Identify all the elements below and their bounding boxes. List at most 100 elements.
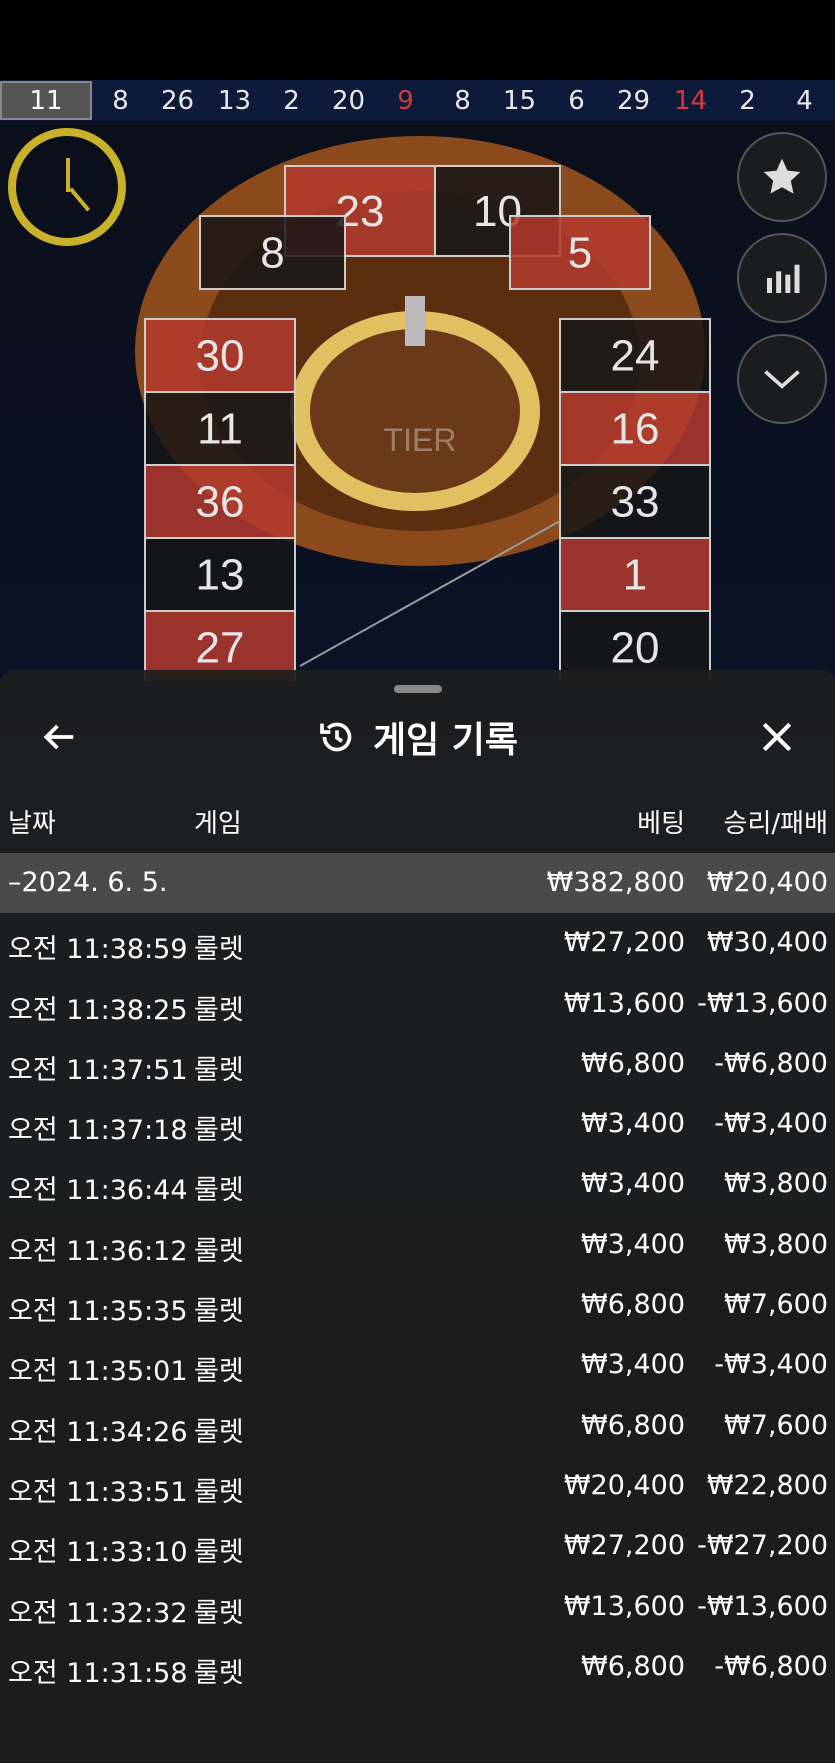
summary-bet: ₩382,800 [546,867,685,898]
row-game: 룰렛 [194,1657,244,1689]
row-game: 룰렛 [194,1235,244,1267]
column-header-bet: 베팅 [637,809,685,839]
history-row[interactable]: 오전 11:38:59 룰렛 ₩27,200 ₩30,400 [0,913,835,973]
wheel-center [310,329,520,493]
result-number: 9 [397,85,414,116]
history-row[interactable]: 오전 11:35:01 룰렛 ₩3,400 -₩3,400 [0,1335,835,1395]
history-list: –2024. 6. 5. ₩382,800 ₩20,400 오전 11:38:5… [0,853,835,1697]
row-bet: ₩6,800 [581,1650,685,1682]
sheet-title-bar: 게임 기록 [0,712,835,762]
clock-icon [8,128,126,246]
history-row[interactable]: 오전 11:36:12 룰렛 ₩3,400 ₩3,800 [0,1215,835,1275]
row-win-loss: ₩30,400 [706,927,828,959]
row-time: 오전 11:34:26 [8,1416,188,1448]
result-number: 8 [454,85,471,116]
star-icon [763,158,801,194]
result-number: 6 [568,85,585,116]
favorite-button[interactable] [737,132,827,222]
row-game: 룰렛 [194,1476,244,1508]
row-win-loss: -₩27,200 [697,1530,828,1562]
row-time: 오전 11:35:01 [8,1356,188,1388]
track-cell-number: 1 [623,551,647,600]
summary-date: –2024. 6. 5. [8,867,168,898]
row-game: 룰렛 [194,1416,244,1448]
history-row[interactable]: 오전 11:37:18 룰렛 ₩3,400 -₩3,400 [0,1094,835,1154]
row-time: 오전 11:32:32 [8,1597,188,1629]
row-time: 오전 11:36:44 [8,1175,188,1207]
row-game: 룰렛 [194,1054,244,1086]
history-row[interactable]: 오전 11:33:51 룰렛 ₩20,400 ₩22,800 [0,1456,835,1516]
date-summary-row[interactable]: –2024. 6. 5. ₩382,800 ₩20,400 [0,853,835,914]
row-win-loss: -₩6,800 [714,1650,828,1682]
row-bet: ₩6,800 [581,1409,685,1441]
track-cell-number: 24 [611,332,660,381]
history-row[interactable]: 오전 11:38:25 룰렛 ₩13,600 -₩13,600 [0,974,835,1034]
track-cell-number: 27 [196,624,245,673]
row-bet: ₩13,600 [563,1590,685,1622]
row-bet: ₩27,200 [563,927,685,959]
row-bet: ₩3,400 [581,1108,685,1140]
track-cell-number: 36 [196,478,245,527]
sheet-drag-handle[interactable] [394,685,442,693]
wheel-turret [405,296,425,346]
close-button[interactable] [752,712,802,762]
row-win-loss: -₩13,600 [697,987,828,1019]
collapse-button[interactable] [737,334,827,424]
column-header-win-loss: 승리/패배 [723,809,828,839]
row-time: 오전 11:35:35 [8,1296,188,1328]
history-row[interactable]: 오전 11:33:10 룰렛 ₩27,200 -₩27,200 [0,1516,835,1576]
bar-chart-icon [767,264,800,293]
row-game: 룰렛 [194,1175,244,1207]
row-bet: ₩3,400 [581,1349,685,1381]
row-win-loss: ₩3,800 [724,1228,828,1260]
track-cell-number: 13 [196,551,245,600]
row-bet: ₩13,600 [563,987,685,1019]
history-row[interactable]: 오전 11:37:51 룰렛 ₩6,800 -₩6,800 [0,1034,835,1094]
row-time: 오전 11:38:59 [8,934,188,966]
result-number: 2 [739,85,756,116]
row-win-loss: -₩13,600 [697,1590,828,1622]
row-bet: ₩6,800 [581,1289,685,1321]
row-win-loss: ₩3,800 [724,1168,828,1200]
history-row[interactable]: 오전 11:36:44 룰렛 ₩3,400 ₩3,800 [0,1154,835,1214]
row-win-loss: ₩7,600 [724,1409,828,1441]
history-row[interactable]: 오전 11:35:35 룰렛 ₩6,800 ₩7,600 [0,1275,835,1335]
result-number: 26 [160,85,195,116]
row-bet: ₩27,200 [563,1530,685,1562]
row-game: 룰렛 [194,1597,244,1629]
result-history-strip: 11 8 26 13 2 20 9 8 15 6 29 14 2 4 [0,80,835,121]
row-time: 오전 11:33:51 [8,1476,188,1508]
history-row[interactable]: 오전 11:34:26 룰렛 ₩6,800 ₩7,600 [0,1396,835,1456]
row-time: 오전 11:37:18 [8,1115,188,1147]
result-number: 11 [0,81,92,120]
row-game: 룰렛 [194,994,244,1026]
statistics-button[interactable] [737,233,827,323]
row-game: 룰렛 [194,1356,244,1388]
status-bar [0,0,835,80]
row-win-loss: -₩3,400 [714,1349,828,1381]
result-number: 20 [331,85,366,116]
column-header-date: 날짜 [8,809,56,839]
track-cell-number: 11 [197,405,243,454]
row-bet: ₩6,800 [581,1047,685,1079]
row-game: 룰렛 [194,1537,244,1569]
sector-label: TIER [384,422,457,458]
row-time: 오전 11:31:58 [8,1657,188,1689]
history-row[interactable]: 오전 11:31:58 룰렛 ₩6,800 -₩6,800 [0,1637,835,1697]
row-time: 오전 11:38:25 [8,994,188,1026]
close-icon [762,722,792,752]
history-row[interactable]: 오전 11:32:32 룰렛 ₩13,600 -₩13,600 [0,1577,835,1637]
row-win-loss: -₩3,400 [714,1108,828,1140]
history-icon [320,722,352,752]
track-cell-number: 20 [611,624,660,673]
track-cell-number: 30 [196,332,245,381]
chevron-down-icon [764,370,800,389]
row-time: 오전 11:36:12 [8,1235,188,1267]
racetrack-board: 23 10830113613275241633120 TIER [135,136,711,681]
row-bet: ₩3,400 [581,1168,685,1200]
row-win-loss: ₩22,800 [706,1469,828,1501]
result-number: 15 [502,85,537,116]
track-cell-number: 33 [611,478,660,527]
track-cell-number: 8 [260,229,284,278]
row-game: 룰렛 [194,1296,244,1328]
